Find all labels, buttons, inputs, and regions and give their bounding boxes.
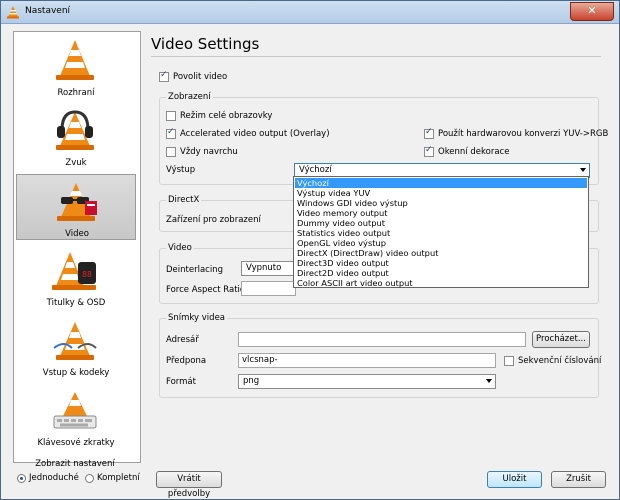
- category-sidebar: Rozhraní Zvuk Video 88 Titulky & OSD Vst…: [13, 31, 141, 463]
- sidebar-item-label: Vstup & kodeky: [42, 368, 110, 378]
- prefix-label: Předpona: [166, 356, 207, 366]
- chevron-down-icon: [580, 168, 586, 172]
- sequential-numbering-checkbox[interactable]: [504, 356, 514, 366]
- window-title: Nastavení: [25, 6, 71, 16]
- sidebar-item-hotkeys[interactable]: Klávesové zkratky: [16, 384, 136, 450]
- directory-label: Adresář: [166, 335, 199, 345]
- sidebar-item-audio[interactable]: Zvuk: [16, 104, 136, 170]
- aspect-ratio-input[interactable]: [241, 281, 296, 296]
- format-select[interactable]: png: [238, 374, 496, 389]
- deinterlacing-select[interactable]: Vypnuto: [241, 261, 301, 276]
- dropdown-option[interactable]: Video memory output: [295, 208, 587, 218]
- dropdown-option[interactable]: Dummy video output: [295, 218, 587, 228]
- settings-mode-group: Zobrazit nastavení Jednoduché Kompletní: [9, 459, 140, 487]
- dropdown-option[interactable]: Výchozí: [295, 178, 587, 188]
- svg-text:88: 88: [82, 270, 92, 279]
- sidebar-item-label: Zvuk: [65, 158, 87, 168]
- sidebar-item-label: Klávesové zkratky: [37, 438, 115, 448]
- cone-keyboard-icon: [53, 392, 97, 429]
- output-dropdown-list[interactable]: Výchozí Výstup videa YUV Windows GDI vid…: [293, 176, 589, 288]
- sidebar-item-input-codecs[interactable]: Vstup & kodeky: [16, 314, 136, 380]
- title-bar[interactable]: Nastavení ✕: [1, 1, 619, 24]
- prefix-value: vlcsnap-: [242, 355, 278, 365]
- chevron-down-icon: [486, 379, 492, 383]
- radio-advanced-label: Kompletní: [97, 473, 140, 483]
- yuv-rgb-label: Použít hardwarovou konverzi YUV->RGB: [438, 129, 609, 139]
- aspect-ratio-label: Force Aspect Ratio: [166, 285, 246, 295]
- close-icon: ✕: [587, 4, 597, 17]
- dropdown-option[interactable]: Direct2D video output: [295, 268, 587, 278]
- sidebar-item-label: Titulky & OSD: [46, 298, 106, 308]
- always-on-top-label: Vždy navrchu: [180, 147, 238, 157]
- sequential-numbering-label: Sekvenční číslování: [518, 356, 602, 366]
- dropdown-option[interactable]: Direct3D video output: [295, 258, 587, 268]
- sidebar-item-label: Video: [65, 229, 89, 239]
- format-value: png: [243, 376, 260, 386]
- dropdown-option[interactable]: Windows GDI video výstup: [295, 198, 587, 208]
- prefix-input[interactable]: vlcsnap-: [238, 353, 496, 368]
- dropdown-option[interactable]: Statistics video output: [295, 228, 587, 238]
- output-select-value: Výchozí: [299, 165, 332, 175]
- deinterlacing-label: Deinterlacing: [166, 265, 223, 275]
- window-decorations-label: Okenní dekorace: [438, 147, 510, 157]
- radio-simple-label: Jednoduché: [29, 473, 79, 483]
- dropdown-option[interactable]: Výstup videa YUV: [295, 188, 587, 198]
- snapshots-group-title: Snímky videa: [166, 313, 228, 323]
- dropdown-option[interactable]: OpenGL video výstup: [295, 238, 587, 248]
- fullscreen-label: Režim celé obrazovky: [180, 111, 273, 121]
- enable-video-checkbox[interactable]: [159, 70, 169, 82]
- save-button[interactable]: Uložit: [487, 471, 542, 488]
- sidebar-item-subtitles[interactable]: 88 Titulky & OSD: [16, 244, 136, 310]
- browse-button[interactable]: Procházet...: [532, 331, 590, 348]
- display-device-label: Zařízení pro zobrazení: [166, 215, 261, 225]
- cone-glasses-icon: [57, 183, 97, 221]
- dropdown-option[interactable]: DirectX (DirectDraw) video output: [295, 248, 587, 258]
- display-group-title: Zobrazení: [166, 92, 213, 102]
- cone-interface-icon: [56, 40, 94, 80]
- settings-panel: Video Settings Povolit video Zobrazení R…: [151, 29, 611, 499]
- sidebar-item-interface[interactable]: Rozhraní: [16, 34, 136, 100]
- close-button[interactable]: ✕: [570, 2, 614, 21]
- page-title: Video Settings: [151, 35, 260, 53]
- accelerated-output-label: Accelerated video output (Overlay): [180, 129, 330, 139]
- cone-headphones-icon: [56, 110, 94, 150]
- radio-simple[interactable]: [17, 474, 26, 483]
- enable-video-label: Povolit video: [173, 72, 228, 82]
- reset-preferences-button[interactable]: Vrátit předvolby: [156, 471, 222, 499]
- dropdown-option[interactable]: Color ASCII art video output: [295, 278, 587, 288]
- cone-clock-icon: 88: [52, 252, 96, 290]
- vlc-cone-icon: [7, 6, 19, 19]
- directory-input[interactable]: [238, 332, 526, 347]
- window-decorations-checkbox[interactable]: [424, 145, 434, 157]
- settings-mode-title: Zobrazit nastavení: [35, 459, 115, 469]
- radio-advanced[interactable]: [85, 474, 94, 483]
- cone-cables-icon: [53, 322, 97, 360]
- directx-group-title: DirectX: [166, 195, 202, 205]
- yuv-rgb-checkbox[interactable]: [424, 127, 434, 139]
- always-on-top-checkbox[interactable]: [166, 147, 176, 157]
- sidebar-item-label: Rozhraní: [57, 88, 95, 98]
- cancel-button[interactable]: Zrušit: [551, 471, 606, 488]
- deinterlacing-value: Vypnuto: [246, 263, 282, 273]
- output-label: Výstup: [166, 165, 196, 175]
- video-group-title: Video: [166, 243, 194, 253]
- preferences-window: Nastavení ✕ Rozhraní Zvuk Video 88 Titul…: [0, 0, 620, 500]
- accelerated-output-checkbox[interactable]: [166, 127, 176, 139]
- title-divider: [151, 56, 601, 57]
- sidebar-item-video[interactable]: Video: [16, 174, 136, 240]
- format-label: Formát: [166, 377, 196, 387]
- fullscreen-checkbox[interactable]: [166, 111, 176, 121]
